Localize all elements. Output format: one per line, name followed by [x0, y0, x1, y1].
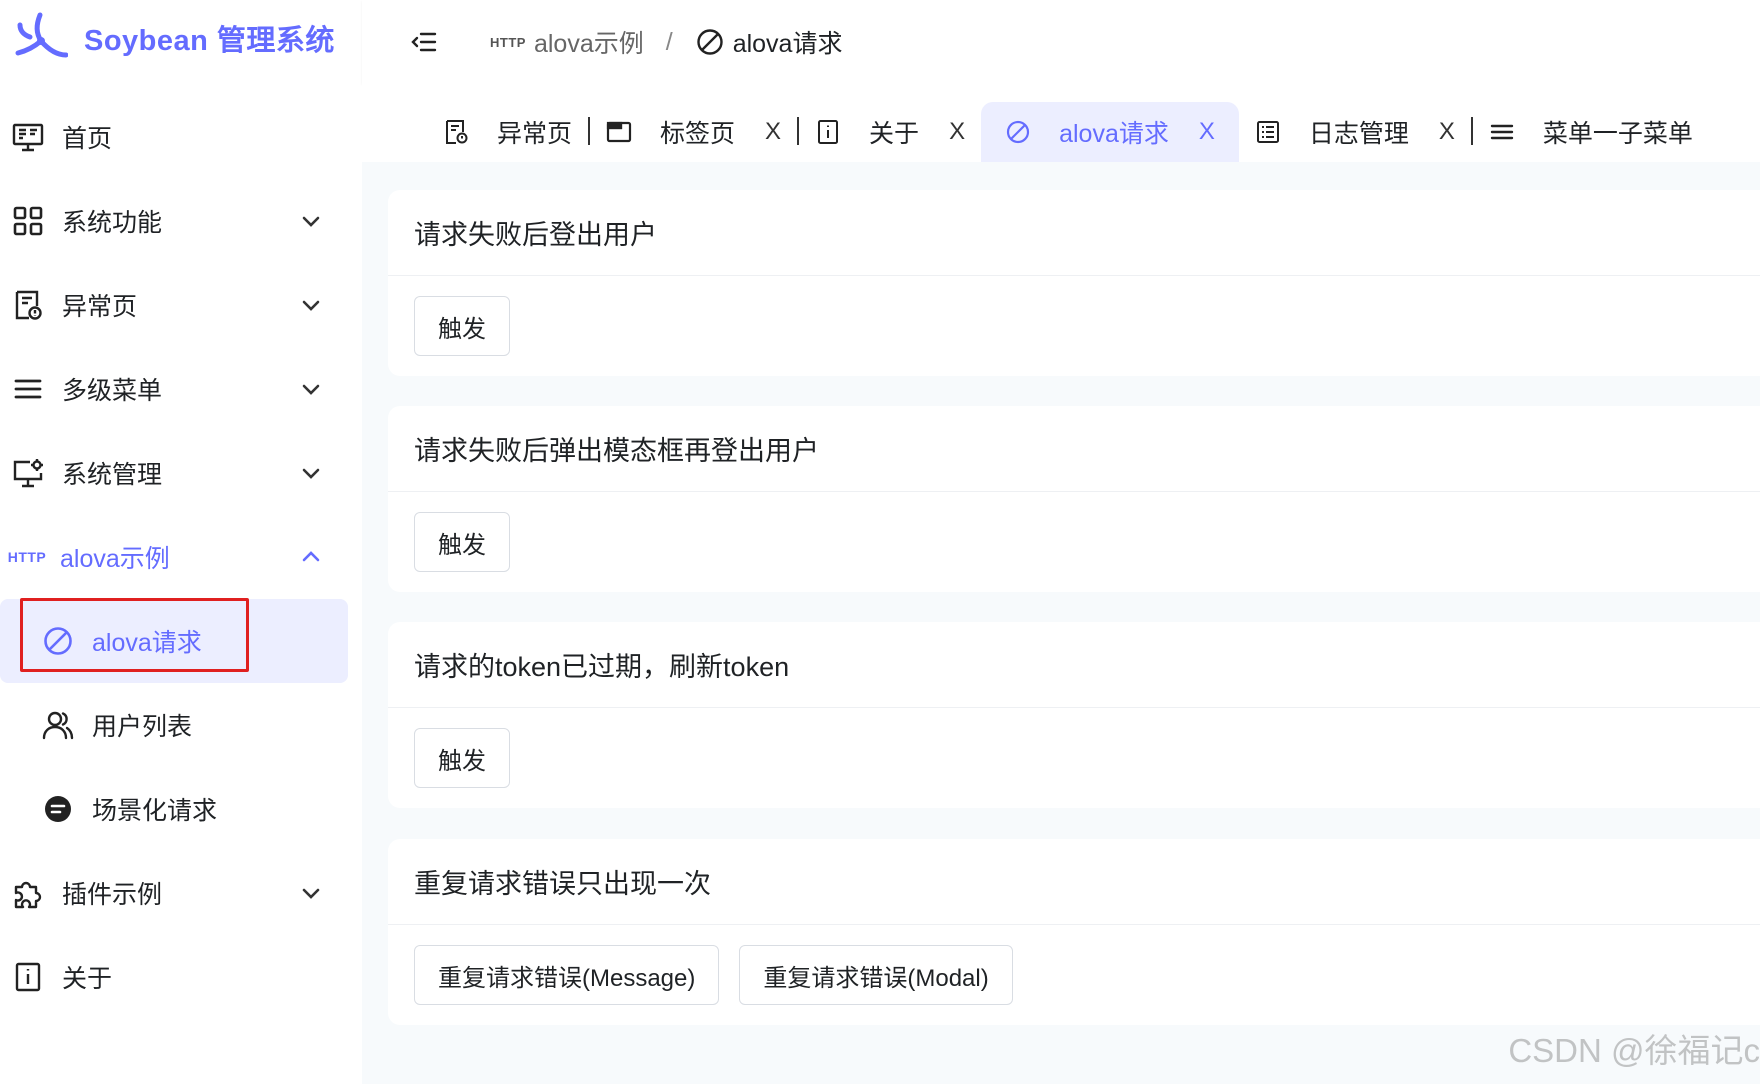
sidebar-item-label: 用户列表 [92, 713, 193, 741]
top-header: HTTP alova示例 / alova请求 [362, 0, 1760, 84]
grid-icon [12, 205, 44, 237]
trigger-button[interactable]: 触发 [414, 296, 510, 356]
info-icon [818, 120, 839, 144]
monitor-gear-icon [12, 457, 44, 489]
tab-label: alova请求 [1059, 120, 1169, 148]
sidebar-item-home[interactable]: 首页 [0, 95, 362, 179]
sidebar-item-label: 首页 [62, 125, 113, 153]
sidebar-item-label: 插件示例 [62, 881, 163, 909]
sidebar-item-plugin-examples[interactable]: 插件示例 [0, 851, 362, 935]
chevron-down-icon [302, 888, 320, 899]
sidebar: Soybean 管理系统 首页 系统功能 异常页 多级菜单 系统管理 HTTP … [0, 0, 362, 1084]
tab-exception[interactable]: 异常页 [427, 102, 588, 162]
close-icon[interactable]: X [1199, 118, 1215, 146]
sidebar-item-label: 场景化请求 [92, 797, 218, 825]
sidebar-item-multi-menu[interactable]: 多级菜单 [0, 347, 362, 431]
sidebar-item-label: 系统功能 [62, 209, 163, 237]
exception-doc-icon [12, 289, 44, 321]
card-body: 触发 [388, 492, 1760, 592]
tab-label: 标签页 [660, 120, 736, 148]
tab-submenu[interactable]: 菜单一子菜单 [1473, 102, 1709, 162]
sidebar-menu: 首页 系统功能 异常页 多级菜单 系统管理 HTTP alova示例 alova… [0, 95, 362, 1019]
chevron-down-icon [302, 468, 320, 479]
menu-icon [12, 373, 44, 405]
http-icon: HTTP [490, 34, 526, 50]
sidebar-item-label: 多级菜单 [62, 377, 163, 405]
menu-fold-icon [411, 32, 437, 52]
forbidden-icon [42, 625, 74, 657]
card-repeat-error-once: 重复请求错误只出现一次 重复请求错误(Message) 重复请求错误(Modal… [388, 839, 1760, 1025]
sidebar-item-system-management[interactable]: 系统管理 [0, 431, 362, 515]
chevron-up-icon [302, 551, 320, 562]
close-icon[interactable]: X [1439, 118, 1455, 146]
users-icon [42, 709, 74, 741]
chevron-down-icon [302, 216, 320, 227]
sidebar-item-alova-examples[interactable]: HTTP alova示例 [0, 515, 362, 599]
card-body: 触发 [388, 276, 1760, 376]
app-title: Soybean 管理系统 [84, 25, 335, 57]
trigger-button[interactable]: 触发 [414, 512, 510, 572]
info-icon [12, 961, 44, 993]
tab-bar: 异常页 标签页 X 关于 X alova请求 X 日志管理 X 菜单一子菜单 [362, 84, 1760, 162]
trigger-button[interactable]: 触发 [414, 728, 510, 788]
forbidden-icon [1006, 120, 1030, 144]
tab-tabs-page[interactable]: 标签页 X [590, 102, 797, 162]
tab-log-management[interactable]: 日志管理 X [1239, 102, 1471, 162]
breadcrumb-label: alova请求 [732, 30, 843, 58]
tab-label: 异常页 [497, 120, 573, 148]
tab-label: 菜单一子菜单 [1542, 120, 1693, 148]
collapse-sidebar-button[interactable] [404, 22, 444, 62]
puzzle-icon [12, 877, 44, 909]
card-title: 请求失败后登出用户 [388, 190, 1760, 276]
card-refresh-token: 请求的token已过期，刷新token 触发 [388, 622, 1760, 808]
close-icon[interactable]: X [765, 118, 781, 146]
sidebar-item-user-list[interactable]: 用户列表 [0, 683, 362, 767]
menu-icon [1490, 124, 1514, 140]
card-logout-on-fail: 请求失败后登出用户 触发 [388, 190, 1760, 376]
card-body: 触发 [388, 708, 1760, 808]
sidebar-item-label: 系统管理 [62, 461, 163, 489]
tab-alova-request[interactable]: alova请求 X [981, 102, 1239, 162]
breadcrumb-item-alova-examples[interactable]: HTTP alova示例 [490, 24, 644, 60]
repeat-error-message-button[interactable]: 重复请求错误(Message) [414, 945, 720, 1005]
breadcrumb-label: alova示例 [533, 30, 644, 58]
window-icon [606, 121, 632, 143]
sidebar-item-about[interactable]: 关于 [0, 935, 362, 1019]
sidebar-item-scenario-request[interactable]: 场景化请求 [0, 767, 362, 851]
monitor-icon [12, 121, 44, 153]
sidebar-item-system-functions[interactable]: 系统功能 [0, 179, 362, 263]
sidebar-item-exception[interactable]: 异常页 [0, 263, 362, 347]
tab-label: 关于 [869, 120, 920, 148]
chat-bubble-icon [42, 793, 74, 825]
breadcrumb: HTTP alova示例 / alova请求 [490, 24, 842, 60]
tab-label: 日志管理 [1308, 120, 1409, 148]
chevron-down-icon [302, 300, 320, 311]
sidebar-item-label: alova请求 [92, 629, 202, 657]
soybean-logo-icon [15, 12, 68, 58]
card-modal-logout-on-fail: 请求失败后弹出模态框再登出用户 触发 [388, 406, 1760, 592]
card-title: 请求的token已过期，刷新token [388, 622, 1760, 708]
card-title: 请求失败后弹出模态框再登出用户 [388, 406, 1760, 492]
forbidden-icon [696, 29, 723, 55]
main-content: 请求失败后登出用户 触发 请求失败后弹出模态框再登出用户 触发 请求的token… [362, 162, 1760, 1084]
card-body: 重复请求错误(Message) 重复请求错误(Modal) [388, 925, 1760, 1025]
app-logo[interactable]: Soybean 管理系统 [0, 0, 362, 76]
sidebar-item-alova-request[interactable]: alova请求 [0, 599, 348, 683]
tab-about[interactable]: 关于 X [799, 102, 981, 162]
sidebar-item-label: 异常页 [62, 293, 138, 321]
breadcrumb-separator: / [665, 27, 673, 56]
http-icon: HTTP [7, 549, 47, 565]
sidebar-item-label: alova示例 [60, 545, 170, 573]
exception-doc-icon [446, 120, 468, 144]
breadcrumb-item-alova-request[interactable]: alova请求 [695, 24, 843, 60]
sidebar-item-label: 关于 [62, 965, 113, 993]
chevron-down-icon [302, 384, 320, 395]
watermark: CSDN @徐福记c [1508, 1032, 1760, 1069]
card-title: 重复请求错误只出现一次 [388, 839, 1760, 925]
repeat-error-modal-button[interactable]: 重复请求错误(Modal) [739, 945, 1013, 1005]
close-icon[interactable]: X [949, 118, 965, 146]
list-doc-icon [1256, 121, 1279, 143]
